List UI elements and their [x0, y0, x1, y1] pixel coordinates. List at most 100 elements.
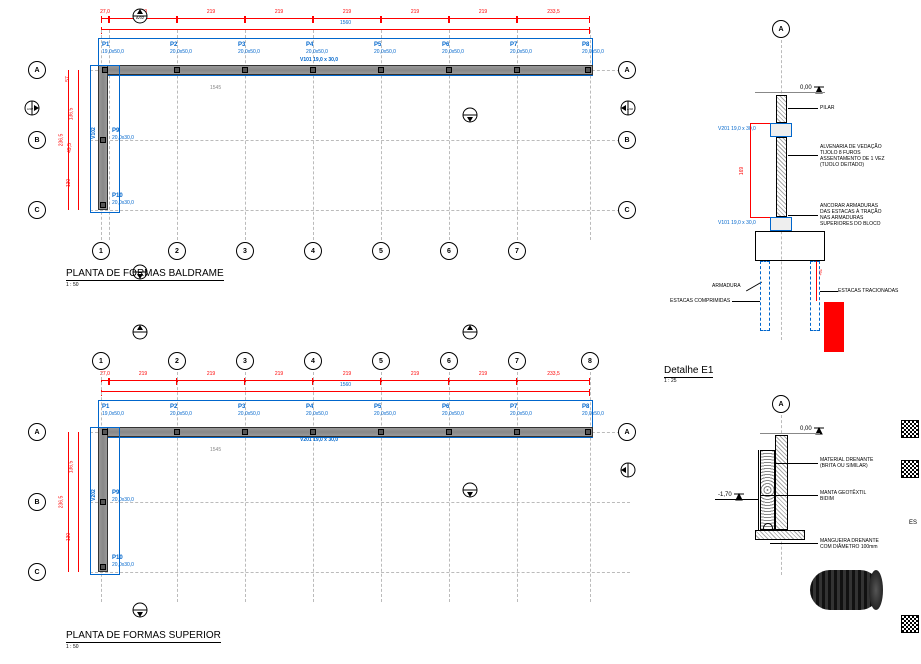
- svg-text:A/02: A/02: [627, 107, 634, 111]
- dim: 219: [206, 371, 216, 377]
- grid-bubble: A: [28, 61, 46, 79]
- column-label: P9: [112, 490, 119, 496]
- dim: 219: [206, 9, 216, 15]
- column-label: P3: [238, 404, 245, 410]
- column-label: P6: [442, 404, 449, 410]
- dim: 1545: [210, 85, 221, 91]
- qr-code-icon: [901, 460, 919, 478]
- plan-title: PLANTA DE FORMAS SUPERIOR: [66, 630, 221, 643]
- column-dim: 20,0x50,0: [374, 49, 396, 55]
- column-dim: 20,0x50,0: [306, 411, 328, 417]
- dim: +91: [819, 269, 824, 276]
- column-label: P5: [374, 42, 381, 48]
- dim: 219: [138, 371, 148, 377]
- column-dim: 20,0x50,0: [170, 411, 192, 417]
- beam-section: [770, 217, 792, 231]
- dim: 219: [478, 371, 488, 377]
- section-marker-icon: A/02: [22, 98, 42, 118]
- dim: 219: [478, 9, 488, 15]
- pilar-section: [776, 95, 787, 123]
- side-text: ES: [909, 520, 917, 526]
- grid-bubble: 3: [236, 242, 254, 260]
- column-dim: 20,0x50,0: [306, 49, 328, 55]
- column-dim: 20,0x50,0: [238, 49, 260, 55]
- column-label: P1: [102, 404, 109, 410]
- dim-total: 1560: [339, 20, 352, 26]
- column-label: P6: [442, 42, 449, 48]
- grid-bubble: A: [618, 61, 636, 79]
- gravel: [760, 450, 775, 530]
- svg-text:A/02: A/02: [136, 15, 145, 20]
- column-dim: 20,0x50,0: [510, 411, 532, 417]
- column-dim: 19,0x50,0: [102, 411, 124, 417]
- grid-bubble: 6: [440, 352, 458, 370]
- column-label: P8: [582, 42, 589, 48]
- grid-bubble: 6: [440, 242, 458, 260]
- grid-bubble: 4: [304, 352, 322, 370]
- grid-bubble: C: [28, 201, 46, 219]
- label: ESTACAS TRACIONADAS: [838, 288, 898, 294]
- section-marker-icon: [130, 600, 150, 620]
- section-marker-icon: [460, 480, 480, 500]
- dim: 233,5: [546, 371, 561, 377]
- grid-bubble: A: [28, 423, 46, 441]
- column-label: P9: [112, 128, 119, 134]
- dim: 236,5: [58, 134, 64, 147]
- dim: 169: [739, 167, 745, 175]
- column-label: P8: [582, 404, 589, 410]
- beam-label: V102: [91, 127, 97, 139]
- column-dim: 20,0x30,0: [112, 497, 134, 503]
- plan-scale: 1 : 50: [66, 644, 79, 650]
- grid-bubble: 1: [92, 242, 110, 260]
- grid-bubble: C: [618, 201, 636, 219]
- label: ARMADURA: [712, 283, 741, 289]
- dim: 219: [410, 9, 420, 15]
- grid-bubble: 1: [92, 352, 110, 370]
- column-label: P4: [306, 42, 313, 48]
- drainage-pipe-icon: [810, 570, 880, 610]
- label: MATERIAL DRENANTE (BRITA OU SIMILAR): [820, 457, 873, 469]
- dim: 219: [410, 371, 420, 377]
- wall-section: [776, 137, 787, 217]
- grid-bubble: B: [28, 131, 46, 149]
- label: ESTACAS COMPRIMIDAS: [670, 298, 730, 304]
- grid-bubble: 5: [372, 242, 390, 260]
- column-dim: 20,0x30,0: [112, 200, 134, 206]
- plan-baldrame: 27,0 219 219 219 219 219 219 233,5 1560 …: [60, 10, 640, 290]
- grid-bubble: C: [28, 563, 46, 581]
- column-dim: 20,0x30,0: [112, 135, 134, 141]
- column-dim: 20,0x50,0: [510, 49, 532, 55]
- wall-section: [775, 435, 788, 530]
- section-marker-icon: A/02: [618, 98, 638, 118]
- dim: 27,0: [99, 9, 111, 15]
- column-label: P7: [510, 42, 517, 48]
- column-label: P2: [170, 42, 177, 48]
- column-dim: 20,0x30,0: [112, 562, 134, 568]
- grid-bubble: B: [618, 131, 636, 149]
- grid-bubble: 7: [508, 352, 526, 370]
- dim: 1545: [210, 447, 221, 453]
- detail-drainage: A 0,00 MATERIAL DRENANTE (BRITA OU SIMIL…: [660, 395, 910, 625]
- label: ALVENARIA DE VEDAÇÃO TIJOLO 8 FUROS ASSE…: [820, 144, 885, 168]
- svg-text:A/02: A/02: [27, 107, 34, 111]
- column-label: P2: [170, 404, 177, 410]
- column-label: P4: [306, 404, 313, 410]
- highlight-block: [824, 302, 844, 352]
- grid-bubble: A: [772, 20, 790, 38]
- section-marker-icon: A/02: [130, 6, 150, 26]
- column-label: P5: [374, 404, 381, 410]
- detail-scale: 1 : 25: [664, 378, 677, 384]
- dim: 236,5: [58, 496, 64, 509]
- column-label: P3: [238, 42, 245, 48]
- detail-e1: A 0,00 PILAR V201 19,0 x 30,0 169 ALVENA…: [660, 20, 910, 380]
- column-label: P7: [510, 404, 517, 410]
- column-dim: 19,0x50,0: [102, 49, 124, 55]
- plan-scale: 1 : 50: [66, 282, 79, 288]
- column-label: P10: [112, 555, 123, 561]
- dim: 219: [274, 371, 284, 377]
- column-dim: 20,0x50,0: [582, 49, 604, 55]
- beam-label: V101 19,0 x 30,0: [300, 57, 338, 63]
- beam-label: V202: [91, 489, 97, 501]
- beam-label: V101 19,0 x 30,0: [718, 220, 756, 226]
- column-dim: 20,0x50,0: [442, 49, 464, 55]
